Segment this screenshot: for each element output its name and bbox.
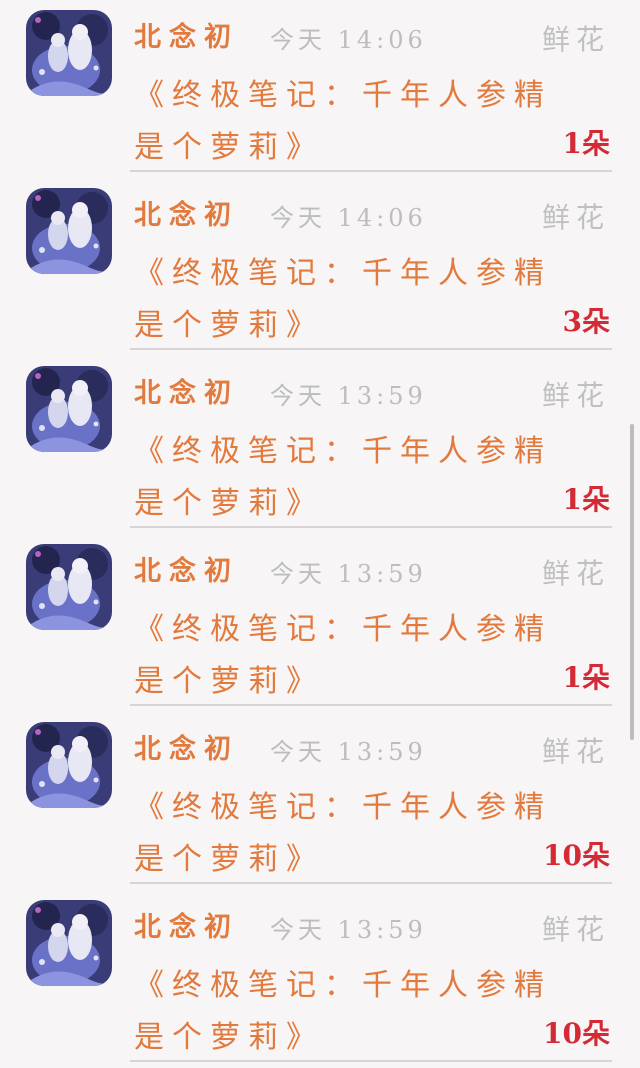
gift-count: 1朵	[562, 483, 610, 516]
gift-type: 鲜花	[541, 913, 610, 946]
timestamp: 今天 14:06	[270, 26, 427, 54]
avatar-image	[26, 544, 112, 630]
gift-count: 10朵	[543, 839, 610, 872]
username[interactable]: 北念初	[134, 374, 239, 414]
avatar-image	[26, 10, 112, 96]
avatar[interactable]	[26, 10, 112, 96]
gift-type: 鲜花	[541, 201, 610, 234]
avatar-image	[26, 722, 112, 808]
scrollbar[interactable]	[630, 424, 634, 740]
gift-count: 10朵	[543, 1017, 610, 1050]
book-title[interactable]: 《终极笔记：千年人参精是个萝莉》	[134, 248, 554, 352]
timestamp: 今天 13:59	[270, 560, 427, 588]
book-title[interactable]: 《终极笔记：千年人参精是个萝莉》	[134, 426, 554, 530]
gift-type: 鲜花	[541, 23, 610, 56]
list-item[interactable]: 北念初 今天 13:59 鲜花 《终极笔记：千年人参精是个萝莉》 10朵	[0, 890, 640, 1068]
avatar-image	[26, 188, 112, 274]
avatar[interactable]	[26, 366, 112, 452]
gift-type: 鲜花	[541, 379, 610, 412]
book-title[interactable]: 《终极笔记：千年人参精是个萝莉》	[134, 960, 554, 1064]
gift-count: 1朵	[562, 127, 610, 160]
avatar[interactable]	[26, 722, 112, 808]
book-title[interactable]: 《终极笔记：千年人参精是个萝莉》	[134, 782, 554, 886]
avatar[interactable]	[26, 188, 112, 274]
divider	[130, 1060, 612, 1062]
gift-record-list[interactable]: 北念初 今天 14:06 鲜花 《终极笔记：千年人参精是个萝莉》 1朵 北念初 …	[0, 0, 640, 1068]
username[interactable]: 北念初	[134, 908, 239, 948]
gift-count: 3朵	[562, 305, 610, 338]
username[interactable]: 北念初	[134, 18, 239, 58]
avatar[interactable]	[26, 544, 112, 630]
username[interactable]: 北念初	[134, 196, 239, 236]
divider	[130, 882, 612, 884]
list-item[interactable]: 北念初 今天 13:59 鲜花 《终极笔记：千年人参精是个萝莉》 10朵	[0, 712, 640, 890]
gift-type: 鲜花	[541, 735, 610, 768]
avatar[interactable]	[26, 900, 112, 986]
book-title[interactable]: 《终极笔记：千年人参精是个萝莉》	[134, 604, 554, 708]
list-item[interactable]: 北念初 今天 14:06 鲜花 《终极笔记：千年人参精是个萝莉》 1朵	[0, 0, 640, 178]
list-item[interactable]: 北念初 今天 14:06 鲜花 《终极笔记：千年人参精是个萝莉》 3朵	[0, 178, 640, 356]
divider	[130, 704, 612, 706]
gift-record-screen: { "colors": { "name": "#e27a3d", "title"…	[0, 0, 640, 1062]
gift-type: 鲜花	[541, 557, 610, 590]
timestamp: 今天 13:59	[270, 382, 427, 410]
divider	[130, 526, 612, 528]
username[interactable]: 北念初	[134, 730, 239, 770]
username[interactable]: 北念初	[134, 552, 239, 592]
timestamp: 今天 13:59	[270, 916, 427, 944]
timestamp: 今天 13:59	[270, 738, 427, 766]
list-item[interactable]: 北念初 今天 13:59 鲜花 《终极笔记：千年人参精是个萝莉》 1朵	[0, 356, 640, 534]
list-item[interactable]: 北念初 今天 13:59 鲜花 《终极笔记：千年人参精是个萝莉》 1朵	[0, 534, 640, 712]
gift-count: 1朵	[562, 661, 610, 694]
divider	[130, 348, 612, 350]
divider	[130, 170, 612, 172]
book-title[interactable]: 《终极笔记：千年人参精是个萝莉》	[134, 70, 554, 174]
avatar-image	[26, 900, 112, 986]
timestamp: 今天 14:06	[270, 204, 427, 232]
avatar-image	[26, 366, 112, 452]
